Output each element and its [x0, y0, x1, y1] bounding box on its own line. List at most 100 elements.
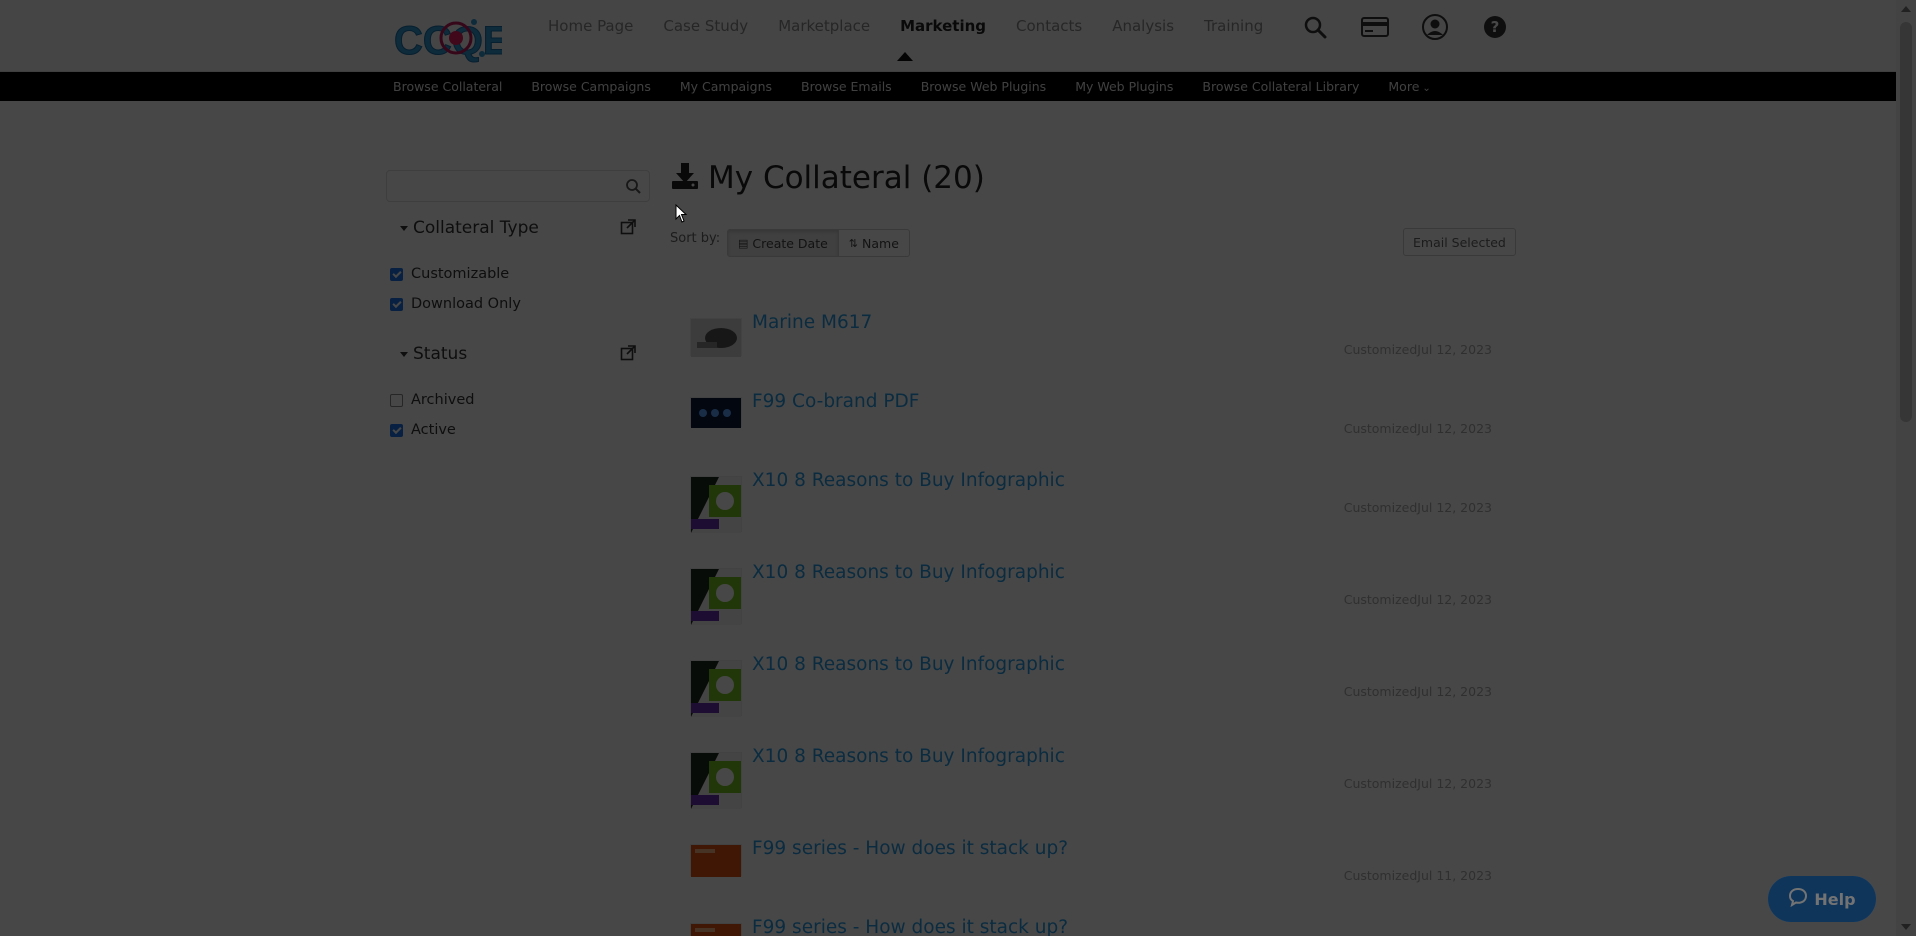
subnav-item-browse-campaigns[interactable]: Browse Campaigns: [531, 79, 651, 94]
collateral-title-link[interactable]: F99 series - How does it stack up?: [752, 917, 1068, 936]
external-link-icon[interactable]: [620, 345, 636, 361]
sort-name-button[interactable]: ⇅ Name: [838, 229, 910, 257]
collateral-status-date: CustomizedJul 12, 2023: [1343, 776, 1492, 791]
scrollbar[interactable]: [1896, 0, 1916, 936]
subnav-item-browse-web-plugins[interactable]: Browse Web Plugins: [921, 79, 1047, 94]
collateral-thumbnail[interactable]: [690, 844, 742, 877]
help-label: Help: [1814, 889, 1856, 909]
collateral-status-date: CustomizedJul 12, 2023: [1343, 592, 1492, 607]
download-icon: [670, 161, 700, 195]
nav-item-marketing[interactable]: Marketing: [885, 16, 1001, 36]
collateral-thumbnail[interactable]: [690, 923, 742, 936]
svg-text:?: ?: [1491, 18, 1500, 36]
sort-create-date-button[interactable]: ▤ Create Date: [727, 229, 839, 257]
mouse-cursor-icon: [675, 203, 689, 228]
collateral-thumbnail[interactable]: [690, 752, 742, 809]
help-icon[interactable]: ?: [1480, 12, 1510, 42]
checkbox[interactable]: [390, 423, 403, 437]
chevron-down-icon: ⌄: [1422, 83, 1431, 94]
sort-label: Sort by:: [670, 231, 721, 246]
sort-icon: ⇅: [848, 236, 859, 250]
nav-item-training[interactable]: Training: [1189, 16, 1278, 36]
facet-title: Collateral Type: [413, 218, 539, 238]
top-navbar: CCQE Home Page Case Study Marketplace Marke…: [0, 0, 1896, 72]
filter-archived[interactable]: Archived: [390, 392, 474, 408]
active-nav-indicator: [897, 52, 913, 61]
collateral-title-link[interactable]: X10 8 Reasons to Buy Infographic: [752, 654, 1065, 675]
list-item[interactable]: Marine M617 CustomizedJul 12, 2023: [690, 312, 1510, 370]
subnav-item-browse-collateral-library[interactable]: Browse Collateral Library: [1202, 79, 1359, 94]
email-selected-button[interactable]: Email Selected: [1403, 228, 1516, 256]
filter-customizable[interactable]: Customizable: [390, 266, 509, 282]
collateral-status-date: CustomizedJul 12, 2023: [1343, 342, 1492, 357]
sort-toggle-group: ▤ Create Date ⇅ Name: [727, 229, 910, 257]
collateral-thumbnail[interactable]: [690, 568, 742, 625]
collateral-thumbnail[interactable]: [690, 476, 742, 533]
more-label: More: [1388, 79, 1420, 94]
subnav-item-my-web-plugins[interactable]: My Web Plugins: [1075, 79, 1173, 94]
calendar-icon: ▤: [738, 236, 749, 250]
subnav-item-my-campaigns[interactable]: My Campaigns: [680, 79, 772, 94]
checkbox-label: Active: [411, 422, 456, 438]
collateral-title-link[interactable]: Marine M617: [752, 312, 872, 333]
collateral-title-link[interactable]: X10 8 Reasons to Buy Infographic: [752, 746, 1065, 767]
nav-item-home-page[interactable]: Home Page: [533, 16, 648, 36]
user-icon[interactable]: [1420, 12, 1450, 42]
list-item[interactable]: F99 series - How does it stack up?: [690, 917, 1510, 936]
subnav-item-browse-collateral[interactable]: Browse Collateral: [393, 79, 502, 94]
collateral-thumbnail[interactable]: [690, 397, 742, 428]
scroll-up-arrow[interactable]: [1901, 6, 1911, 12]
subnav-item-browse-emails[interactable]: Browse Emails: [801, 79, 892, 94]
button-label: Name: [862, 235, 899, 251]
facet-header-status[interactable]: Status: [400, 344, 467, 364]
search-field: [386, 170, 650, 202]
search-icon[interactable]: [1300, 12, 1330, 42]
collateral-title-link[interactable]: X10 8 Reasons to Buy Infographic: [752, 562, 1065, 583]
list-item[interactable]: X10 8 Reasons to Buy Infographic Customiz…: [690, 746, 1510, 822]
button-label: Create Date: [752, 235, 828, 251]
page-title: My Collateral (20): [708, 160, 985, 196]
search-input[interactable]: [387, 171, 607, 201]
collateral-status-date: CustomizedJul 11, 2023: [1343, 868, 1492, 883]
collateral-status-date: CustomizedJul 12, 2023: [1343, 421, 1492, 436]
search-icon[interactable]: [625, 178, 641, 198]
list-item[interactable]: X10 8 Reasons to Buy Infographic Customiz…: [690, 654, 1510, 730]
facet-header-collateral-type[interactable]: Collateral Type: [400, 218, 539, 238]
checkbox-label: Customizable: [411, 266, 510, 282]
sub-navbar: Browse Collateral Browse Campaigns My Camp…: [0, 72, 1896, 101]
collateral-title-link[interactable]: F99 series - How does it stack up?: [752, 838, 1068, 859]
caret-down-icon: [400, 225, 408, 231]
collateral-thumbnail[interactable]: [690, 318, 742, 357]
filter-active[interactable]: Active: [390, 422, 456, 438]
caret-down-icon: [400, 351, 408, 357]
collateral-status-date: CustomizedJul 12, 2023: [1343, 500, 1492, 515]
nav-item-case-study[interactable]: Case Study: [648, 16, 763, 36]
collateral-thumbnail[interactable]: [690, 660, 742, 717]
nav-item-analysis[interactable]: Analysis: [1097, 16, 1189, 36]
external-link-icon[interactable]: [620, 219, 636, 235]
list-item[interactable]: X10 8 Reasons to Buy Infographic Customiz…: [690, 562, 1510, 638]
help-button[interactable]: Help: [1768, 876, 1876, 922]
page-header: My Collateral (20): [670, 160, 985, 196]
scroll-down-arrow[interactable]: [1901, 924, 1911, 930]
facet-title: Status: [413, 344, 468, 364]
collateral-status-date: CustomizedJul 12, 2023: [1343, 684, 1492, 699]
scrollbar-thumb[interactable]: [1900, 22, 1912, 422]
chat-bubble-icon: [1788, 887, 1808, 911]
checkbox-label: Archived: [411, 392, 475, 408]
checkbox[interactable]: [390, 267, 403, 281]
collateral-title-link[interactable]: X10 8 Reasons to Buy Infographic: [752, 470, 1065, 491]
checkbox-label: Download Only: [411, 296, 521, 312]
checkbox[interactable]: [390, 297, 403, 311]
credit-card-icon[interactable]: [1360, 12, 1390, 42]
filter-download-only[interactable]: Download Only: [390, 296, 521, 312]
brand-logo[interactable]: CCQE: [392, 10, 511, 66]
nav-item-contacts[interactable]: Contacts: [1001, 16, 1097, 36]
checkbox[interactable]: [390, 393, 403, 407]
list-item[interactable]: F99 series - How does it stack up? Custom…: [690, 838, 1510, 890]
list-item[interactable]: F99 Co-brand PDF CustomizedJul 12, 2023: [690, 391, 1510, 441]
nav-item-marketplace[interactable]: Marketplace: [763, 16, 885, 36]
collateral-title-link[interactable]: F99 Co-brand PDF: [752, 391, 919, 412]
list-item[interactable]: X10 8 Reasons to Buy Infographic Customiz…: [690, 470, 1510, 546]
subnav-more-dropdown[interactable]: More ⌄: [1388, 79, 1430, 94]
